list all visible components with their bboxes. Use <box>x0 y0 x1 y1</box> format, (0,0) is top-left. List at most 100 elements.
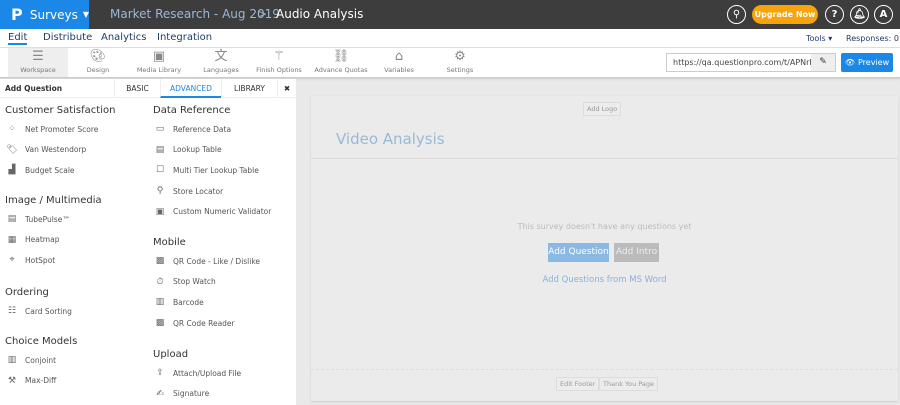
question-type-item[interactable]: ☐ Multi Tier Lookup Table <box>153 165 259 175</box>
edit-footer-button[interactable]: Edit Footer <box>556 377 600 391</box>
qr-code-like-dislike-icon: ▩ <box>155 256 165 266</box>
question-type-item[interactable]: ⇪ Attach/Upload File <box>153 368 241 378</box>
nav-edit[interactable]: Edit <box>8 32 28 45</box>
preview-button[interactable]: 👁︎ Preview <box>841 53 893 72</box>
item-label: HotSpot <box>25 255 56 265</box>
responses-count[interactable]: Responses: 0 <box>846 34 899 43</box>
item-label: Van Westendorp <box>25 145 87 155</box>
max-diff-icon: ⚒ <box>7 375 17 386</box>
add-intro-button[interactable]: Add Intro <box>614 243 659 262</box>
question-type-item[interactable]: ✍ Signature <box>153 389 209 399</box>
breadcrumb-parent[interactable]: Market Research - Aug 2019 <box>110 7 280 21</box>
item-label: TubePulse™ <box>25 214 70 224</box>
section-heading: Choice Models <box>5 336 78 347</box>
wand-icon: ⚚ <box>273 49 285 64</box>
question-type-item[interactable]: ▣ Custom Numeric Validator <box>153 206 272 217</box>
pencil-icon[interactable]: ✎ <box>811 54 835 71</box>
survey-title[interactable]: Video Analysis <box>336 130 445 148</box>
qr-code-reader-icon: ▩ <box>155 318 165 329</box>
empty-message: This survey doesn't have any questions y… <box>517 222 692 231</box>
item-label: Max-Diff <box>25 376 57 386</box>
add-question-button[interactable]: Add Question <box>548 243 609 262</box>
tools-menu[interactable]: Tools ▾ <box>806 34 832 43</box>
conjoint-icon: ▥ <box>7 355 17 365</box>
item-label: Attach/Upload File <box>173 368 242 378</box>
nav-distribute[interactable]: Distribute <box>43 32 92 43</box>
tool-advance-quotas[interactable]: ⛓ Advance Quotas <box>313 48 369 77</box>
tab-library[interactable]: LIBRARY <box>221 79 277 98</box>
add-from-word-link[interactable]: Add Questions from MS Word <box>311 275 898 285</box>
upgrade-button[interactable]: Upgrade Now <box>752 5 818 24</box>
tool-workspace[interactable]: ☰ Workspace <box>8 48 68 77</box>
tool-label: Variables <box>384 66 414 74</box>
avatar[interactable]: A <box>874 5 893 24</box>
question-type-item[interactable]: ☷ Card Sorting <box>5 306 72 316</box>
breadcrumb-current: Audio Analysis <box>276 7 364 21</box>
survey-canvas: Add Logo Video Analysis This survey does… <box>311 96 898 401</box>
barcode-icon: ▥ <box>155 297 165 308</box>
hotspot-icon: ⌖ <box>9 255 15 266</box>
item-label: QR Code Reader <box>173 318 235 328</box>
question-type-item[interactable]: ▩ QR Code - Like / Dislike <box>153 256 260 266</box>
question-type-item[interactable]: ▤ TubePulse™ <box>5 214 70 224</box>
stop-watch-icon: ⏱ <box>156 276 164 287</box>
section-heading: Upload <box>153 349 189 360</box>
net-promoter-score-icon: ⁘ <box>8 124 16 134</box>
item-label: Barcode <box>173 297 204 307</box>
caret-down-icon: ▼ <box>82 10 89 19</box>
tool-settings[interactable]: ⚙ Settings <box>440 48 480 77</box>
tool-label: Workspace <box>20 66 56 74</box>
question-type-item[interactable]: ⏱ Stop Watch <box>153 276 215 287</box>
tab-advanced[interactable]: ADVANCED <box>160 79 221 98</box>
tool-design[interactable]: 🎨︎ Design <box>73 48 123 77</box>
item-label: Reference Data <box>173 124 232 134</box>
section-heading: Data Reference <box>153 105 231 116</box>
item-label: Conjoint <box>25 355 57 365</box>
breadcrumb-separator: > <box>257 7 268 21</box>
tool-media-library[interactable]: ▣ Media Library <box>130 48 188 77</box>
preview-label: Preview <box>858 58 890 67</box>
lookup-table-icon: ▤ <box>155 144 165 155</box>
tool-languages[interactable]: 文 Languages <box>197 48 245 77</box>
close-icon[interactable]: ✖ <box>277 79 296 98</box>
bell-icon[interactable]: 🔔︎ <box>850 5 869 24</box>
item-label: Store Locator <box>173 186 224 196</box>
signature-icon: ✍ <box>156 388 164 399</box>
question-type-item[interactable]: ▩ QR Code Reader <box>153 318 235 328</box>
question-type-item[interactable]: ▦ Heatmap <box>5 235 60 245</box>
add-logo-button[interactable]: Add Logo <box>583 102 622 116</box>
attach-upload-file-icon: ⇪ <box>156 368 164 378</box>
budget-scale-icon: ▟ <box>8 165 16 176</box>
tab-basic[interactable]: BASIC <box>114 79 160 98</box>
question-type-item[interactable]: ▭ Reference Data <box>153 124 231 134</box>
question-type-item[interactable]: ▥ Barcode <box>153 297 204 307</box>
question-type-item[interactable]: ▟ Budget Scale <box>5 165 75 175</box>
help-icon[interactable]: ? <box>825 5 844 24</box>
nav-integration[interactable]: Integration <box>157 32 212 43</box>
item-label: Signature <box>173 389 210 399</box>
section-heading: Customer Satisfaction <box>5 105 116 116</box>
thank-you-page-button[interactable]: Thank You Page <box>599 377 659 391</box>
question-type-item[interactable]: ⁘ Net Promoter Score <box>5 124 98 134</box>
divider <box>311 158 898 159</box>
custom-numeric-validator-icon: ▣ <box>155 206 165 217</box>
tool-variables[interactable]: ⌂ Variables <box>377 48 421 77</box>
van-westendorp-icon: 🏷︎ <box>6 144 18 155</box>
panel-title: Add Question <box>5 84 63 93</box>
tool-finish-options[interactable]: ⚚ Finish Options <box>254 48 304 77</box>
question-type-item[interactable]: ⌖ HotSpot <box>5 255 55 265</box>
translate-icon: 文 <box>214 49 228 64</box>
nav-analytics[interactable]: Analytics <box>101 32 146 43</box>
multi-tier-lookup-table-icon: ☐ <box>155 165 165 176</box>
tool-label: Finish Options <box>256 66 302 74</box>
question-type-item[interactable]: 🏷︎ Van Westendorp <box>5 145 86 155</box>
app-switcher[interactable]: P Surveys ▼ <box>0 0 89 29</box>
search-icon[interactable]: ⚲ <box>727 5 746 24</box>
question-type-item[interactable]: ▥ Conjoint <box>5 355 56 365</box>
question-type-item[interactable]: ▤ Lookup Table <box>153 145 222 155</box>
tool-label: Settings <box>446 66 474 74</box>
image-icon: ▣ <box>152 49 166 64</box>
eye-icon: 👁︎ <box>844 58 855 67</box>
question-type-item[interactable]: ⚒ Max-Diff <box>5 376 56 386</box>
question-type-item[interactable]: ⚲ Store Locator <box>153 186 223 196</box>
